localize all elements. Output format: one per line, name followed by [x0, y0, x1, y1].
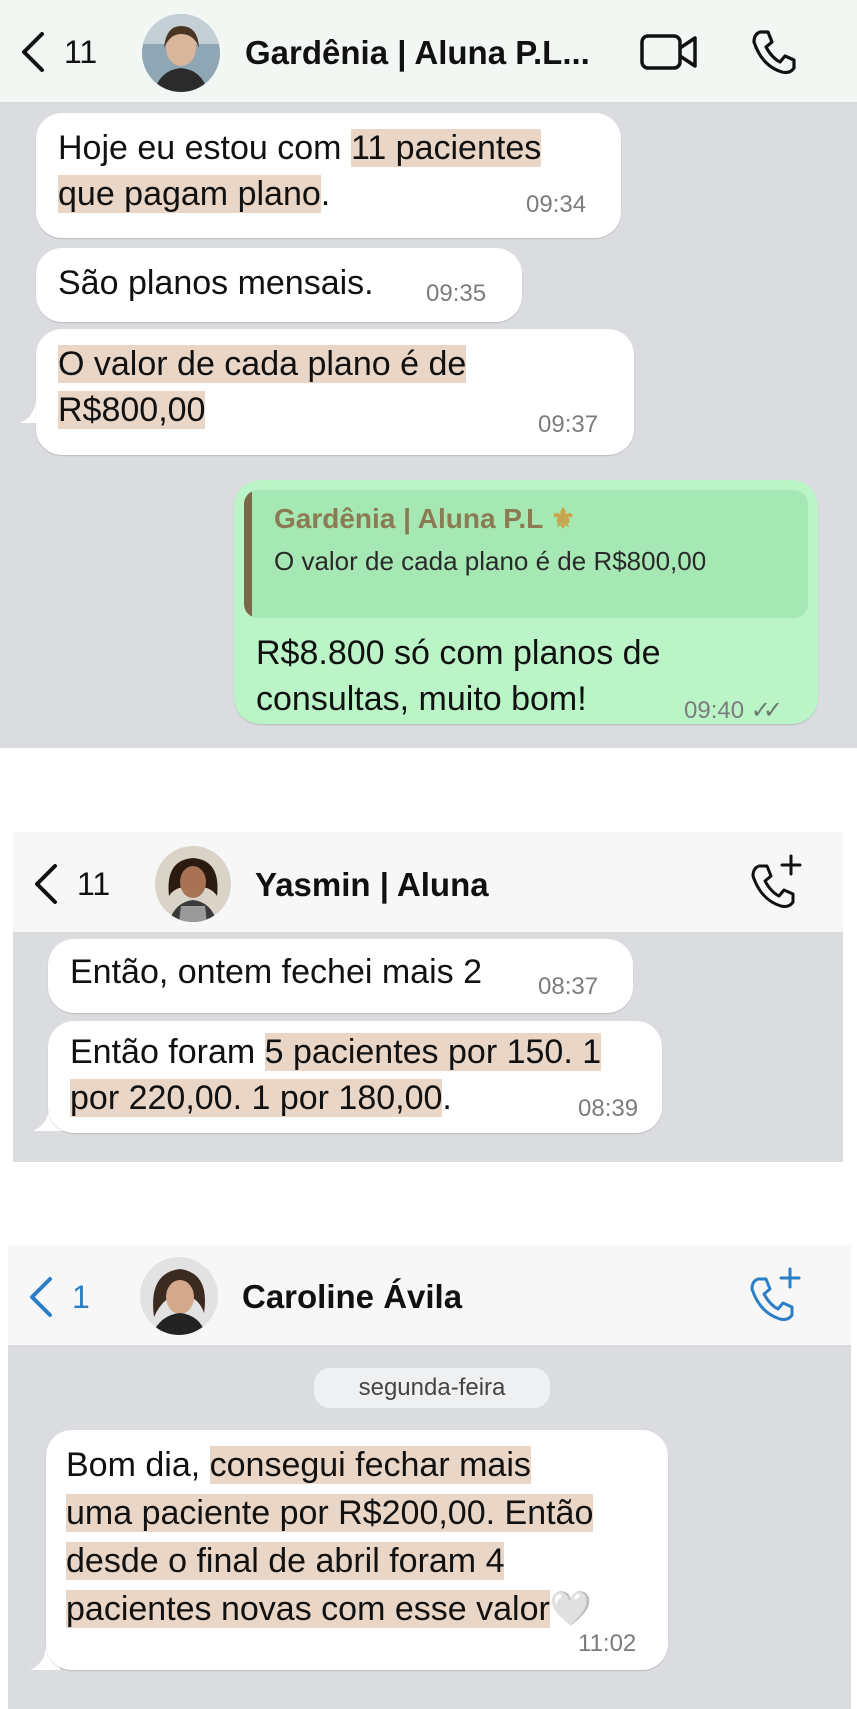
message-text: Então foram 5 pacientes por 150. 1 — [70, 1033, 602, 1071]
chevron-left-icon — [30, 1277, 52, 1317]
phone-icon[interactable] — [750, 28, 796, 76]
message-time: 11:02 — [578, 1630, 637, 1657]
back-button[interactable]: 11 — [33, 862, 110, 906]
chat-background: Hoje eu estou com 11 pacientes que pagam… — [0, 103, 857, 748]
outgoing-message[interactable]: Gardênia | Aluna P.L ⚜ O valor de cada p… — [234, 480, 818, 724]
chevron-left-icon — [22, 32, 44, 72]
chat-panel-yasmin: 11 Yasmin | Aluna Então, ontem fechei ma… — [13, 832, 843, 1162]
add-call-icon[interactable] — [750, 1267, 802, 1321]
quote-author: Gardênia | Aluna P.L ⚜ — [274, 503, 576, 534]
chat-background: segunda-feira Bom dia, consegui fechar m… — [8, 1346, 851, 1709]
unread-count: 1 — [72, 1278, 90, 1315]
incoming-message[interactable]: O valor de cada plano é de R$800,00 09:3… — [36, 329, 634, 455]
message-text: Então, ontem fechei mais 2 — [70, 953, 483, 991]
message-time: 08:39 — [578, 1095, 639, 1122]
chat-header: 1 Caroline Ávila — [8, 1245, 851, 1346]
fleur-de-lis-emoji: ⚜ — [550, 503, 576, 534]
message-text: consultas, muito bom! — [256, 680, 587, 718]
double-check-icon: ✓✓ — [750, 697, 783, 724]
message-time: 09:40 ✓✓ — [684, 697, 783, 724]
chat-header: 11 Gardênia | Aluna P.L... — [0, 0, 857, 103]
chevron-left-icon — [35, 864, 57, 904]
date-separator: segunda-feira — [314, 1368, 550, 1408]
incoming-message[interactable]: Então, ontem fechei mais 2 08:37 — [48, 939, 633, 1013]
message-text: Hoje eu estou com 11 pacientes — [58, 129, 542, 167]
chat-header: 11 Yasmin | Aluna — [13, 832, 843, 933]
back-button[interactable]: 1 — [28, 1275, 90, 1319]
chat-background: Então, ontem fechei mais 2 08:37 Então f… — [13, 933, 843, 1162]
message-time: 09:35 — [426, 280, 487, 307]
contact-name[interactable]: Gardênia | Aluna P.L... — [245, 34, 590, 72]
message-text: Bom dia, consegui fechar mais — [66, 1446, 531, 1484]
unread-count: 11 — [64, 33, 98, 70]
video-call-icon[interactable] — [640, 32, 698, 72]
message-text: que pagam plano. — [58, 175, 331, 213]
incoming-message[interactable]: Bom dia, consegui fechar mais uma pacien… — [46, 1430, 668, 1670]
avatar[interactable] — [140, 1257, 218, 1335]
back-button[interactable]: 11 — [20, 30, 97, 74]
message-text: desde o final de abril foram 4 — [66, 1542, 505, 1580]
quoted-message[interactable]: Gardênia | Aluna P.L ⚜ O valor de cada p… — [244, 490, 808, 618]
message-text: R$8.800 só com planos de — [256, 634, 661, 672]
message-time: 09:34 — [526, 191, 587, 218]
message-text: uma paciente por R$200,00. Então — [66, 1494, 594, 1532]
white-heart-emoji: 🤍 — [549, 1590, 593, 1628]
incoming-message[interactable]: Então foram 5 pacientes por 150. 1 por 2… — [48, 1021, 662, 1133]
message-text: O valor de cada plano é de — [58, 345, 467, 383]
quote-text: O valor de cada plano é de R$800,00 — [274, 546, 707, 576]
add-call-icon[interactable] — [751, 854, 803, 908]
message-text: por 220,00. 1 por 180,00. — [70, 1079, 452, 1117]
chat-panel-gardenia: 11 Gardênia | Aluna P.L... Hoje eu estou… — [0, 0, 857, 748]
avatar[interactable] — [142, 14, 220, 92]
message-text: pacientes novas com esse valor🤍 — [66, 1590, 593, 1628]
message-text: São planos mensais. — [58, 264, 374, 302]
incoming-message[interactable]: Hoje eu estou com 11 pacientes que pagam… — [36, 113, 621, 238]
quote-bar — [244, 490, 252, 618]
unread-count: 11 — [77, 865, 111, 902]
contact-name[interactable]: Caroline Ávila — [242, 1278, 462, 1316]
message-text: R$800,00 — [58, 391, 206, 429]
message-time: 09:37 — [538, 411, 599, 438]
message-time: 08:37 — [538, 973, 599, 1000]
avatar[interactable] — [155, 846, 231, 922]
contact-name[interactable]: Yasmin | Aluna — [255, 866, 489, 904]
chat-panel-caroline: 1 Caroline Ávila segunda-feira Bom dia, … — [8, 1245, 851, 1709]
incoming-message[interactable]: São planos mensais. 09:35 — [36, 248, 522, 322]
